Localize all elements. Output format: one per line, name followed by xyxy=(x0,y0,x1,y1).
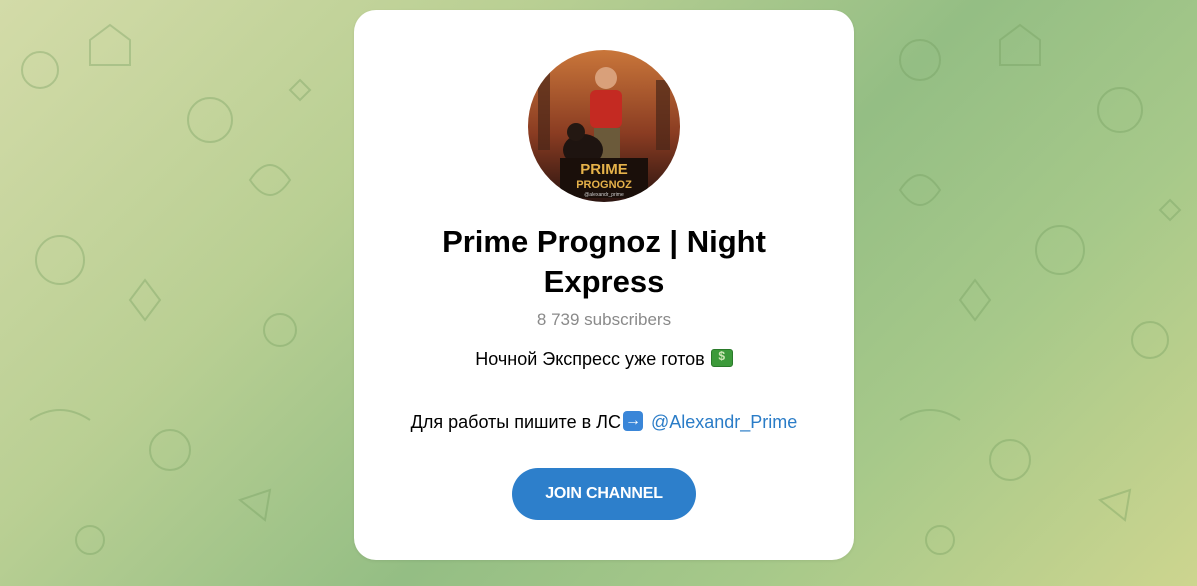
avatar-logo-line2: PROGNOZ xyxy=(576,179,632,191)
contact-link[interactable]: @Alexandr_Prime xyxy=(651,412,797,432)
description-text-1: Ночной Экспресс уже готов xyxy=(475,349,705,369)
channel-avatar: PRIME PROGNOZ @alexandr_prime xyxy=(528,50,680,202)
join-channel-button[interactable]: JOIN CHANNEL xyxy=(512,468,696,520)
money-bill-icon xyxy=(710,349,733,367)
description-line-1: Ночной Экспресс уже готов xyxy=(354,349,854,370)
right-arrow-icon xyxy=(622,411,643,431)
channel-card: PRIME PROGNOZ @alexandr_prime Prime Prog… xyxy=(354,10,854,560)
avatar-logo-line1: PRIME xyxy=(580,161,628,178)
description-line-2: Для работы пишите в ЛС @Alexandr_Prime xyxy=(354,411,854,433)
subscriber-count: 8 739 subscribers xyxy=(536,310,672,329)
avatar-logo-line3: @alexandr_prime xyxy=(584,192,624,198)
channel-title: Prime Prognoz | Night Express xyxy=(442,224,766,299)
description-text-2: Для работы пишите в ЛС xyxy=(410,412,621,432)
avatar-image: PRIME PROGNOZ @alexandr_prime xyxy=(528,50,680,202)
